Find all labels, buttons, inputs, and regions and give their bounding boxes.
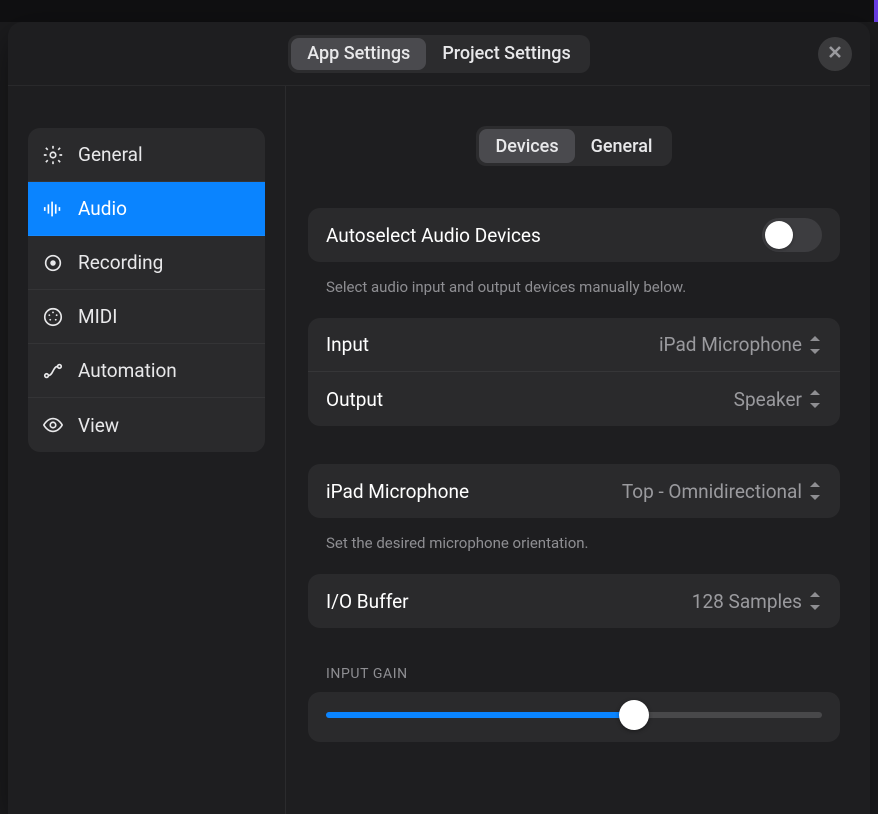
sidebar-item-label: Audio — [78, 197, 127, 220]
record-icon — [42, 252, 64, 274]
sidebar-item-label: View — [78, 414, 119, 437]
mic-row[interactable]: iPad Microphone Top - Omnidirectional — [308, 464, 840, 518]
close-button[interactable] — [818, 37, 852, 71]
header-segmented-control: App Settings Project Settings — [288, 35, 590, 73]
sidebar-item-label: Automation — [78, 359, 177, 382]
autoselect-label: Autoselect Audio Devices — [326, 224, 541, 247]
settings-main: Devices General Autoselect Audio Devices… — [286, 86, 870, 814]
sidebar-list: General Audio Recording — [28, 128, 265, 452]
chevron-updown-icon — [808, 390, 822, 408]
buffer-label: I/O Buffer — [326, 590, 409, 613]
midi-icon — [42, 306, 64, 328]
sidebar-item-label: Recording — [78, 251, 163, 274]
input-label: Input — [326, 333, 369, 356]
chevron-updown-icon — [808, 482, 822, 500]
output-value-text: Speaker — [734, 388, 802, 411]
settings-sheet: App Settings Project Settings General — [8, 22, 870, 814]
output-value[interactable]: Speaker — [734, 388, 822, 411]
automation-curve-icon — [42, 360, 64, 382]
sidebar-item-general[interactable]: General — [28, 128, 265, 182]
gain-caption: INPUT GAIN — [308, 666, 840, 692]
chevron-updown-icon — [808, 592, 822, 610]
gain-card — [308, 692, 840, 742]
buffer-row[interactable]: I/O Buffer 128 Samples — [308, 574, 840, 628]
sidebar-item-audio[interactable]: Audio — [28, 182, 265, 236]
sheet-header: App Settings Project Settings — [8, 22, 870, 86]
sidebar-item-view[interactable]: View — [28, 398, 265, 452]
sidebar-item-midi[interactable]: MIDI — [28, 290, 265, 344]
chevron-updown-icon — [808, 336, 822, 354]
sidebar-item-label: General — [78, 143, 143, 166]
buffer-card: I/O Buffer 128 Samples — [308, 574, 840, 628]
autoselect-help: Select audio input and output devices ma… — [308, 272, 840, 318]
buffer-value[interactable]: 128 Samples — [692, 590, 822, 613]
close-icon — [827, 44, 843, 64]
autoselect-toggle[interactable] — [762, 218, 822, 252]
waveform-icon — [42, 198, 64, 220]
sidebar-item-automation[interactable]: Automation — [28, 344, 265, 398]
mic-card: iPad Microphone Top - Omnidirectional — [308, 464, 840, 518]
tab-app-settings[interactable]: App Settings — [291, 38, 426, 70]
app-backdrop — [0, 0, 878, 22]
accent-stripe — [874, 0, 878, 22]
buffer-value-text: 128 Samples — [692, 590, 802, 613]
eye-icon — [42, 414, 64, 436]
mic-value-text: Top - Omnidirectional — [622, 480, 802, 503]
sidebar-item-recording[interactable]: Recording — [28, 236, 265, 290]
mic-value[interactable]: Top - Omnidirectional — [622, 480, 822, 503]
tab-project-settings[interactable]: Project Settings — [426, 38, 586, 70]
output-row[interactable]: Output Speaker — [308, 372, 840, 426]
io-card: Input iPad Microphone Output Speaker — [308, 318, 840, 426]
autoselect-card: Autoselect Audio Devices — [308, 208, 840, 262]
mic-label: iPad Microphone — [326, 480, 469, 503]
sidebar-item-label: MIDI — [78, 305, 117, 328]
gain-slider-thumb[interactable] — [619, 700, 649, 730]
output-label: Output — [326, 388, 383, 411]
sub-tab-general[interactable]: General — [575, 129, 669, 163]
gear-icon — [42, 144, 64, 166]
mic-help: Set the desired microphone orientation. — [308, 528, 840, 574]
input-value-text: iPad Microphone — [659, 333, 802, 356]
settings-sidebar: General Audio Recording — [8, 86, 286, 814]
sub-tab-devices[interactable]: Devices — [479, 129, 574, 163]
sub-segmented-control: Devices General — [476, 126, 671, 166]
gain-slider[interactable] — [326, 712, 822, 718]
input-row[interactable]: Input iPad Microphone — [308, 318, 840, 372]
input-value[interactable]: iPad Microphone — [659, 333, 822, 356]
gain-slider-fill — [326, 712, 634, 718]
toggle-knob — [765, 221, 793, 249]
